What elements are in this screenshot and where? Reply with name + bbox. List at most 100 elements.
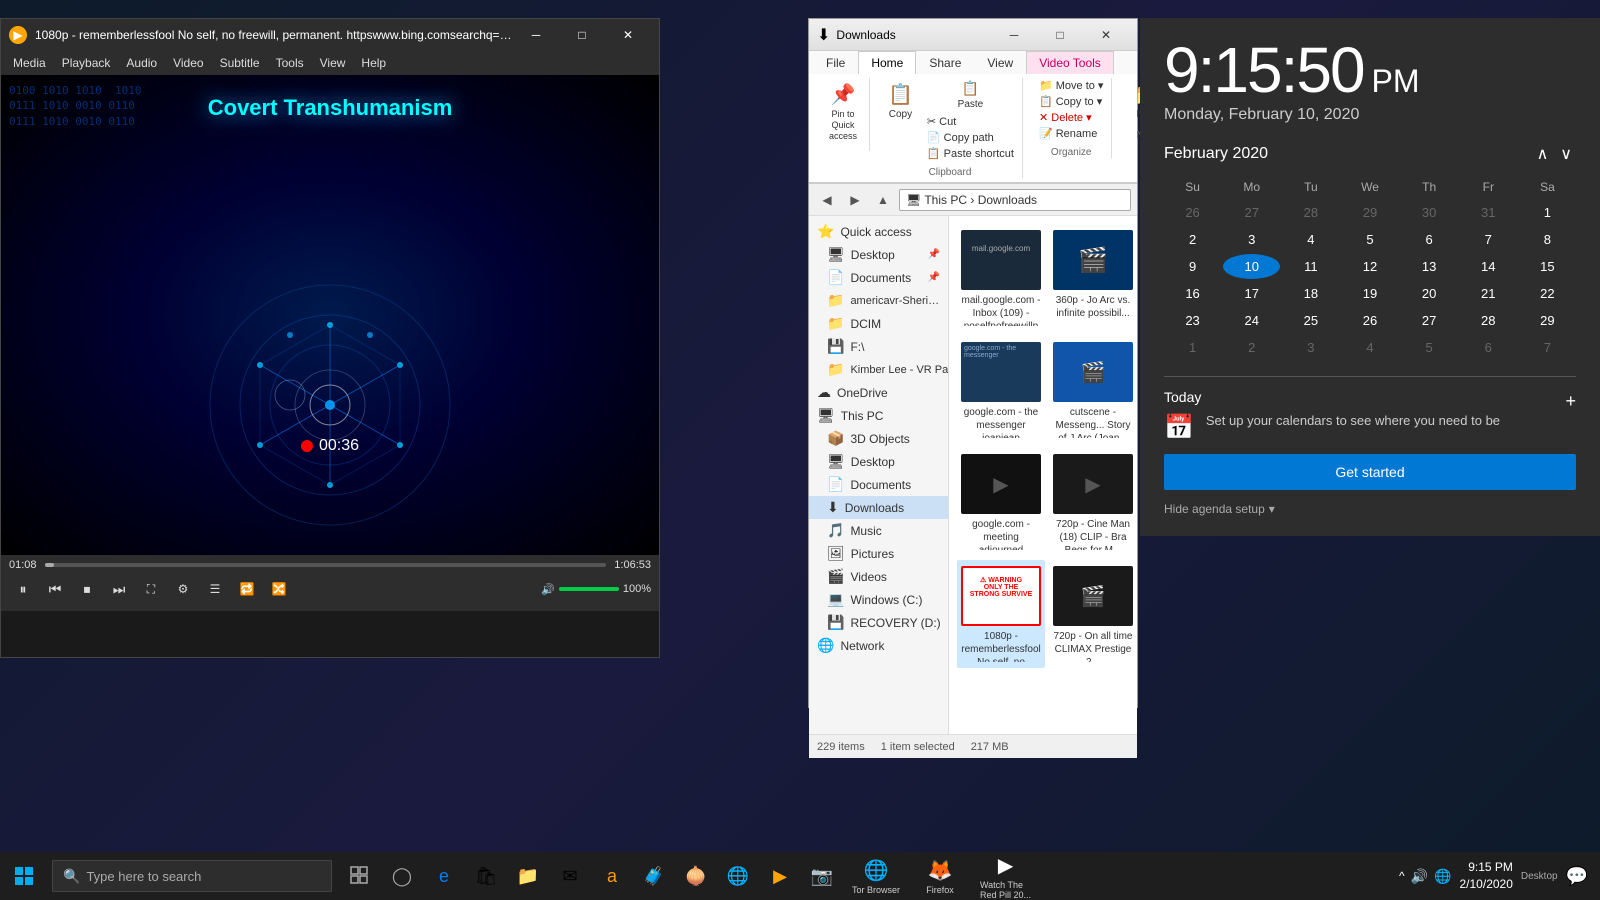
tray-expand-button[interactable]: ^ <box>1399 869 1405 883</box>
cal-15[interactable]: 15 <box>1519 254 1576 279</box>
cal-2b[interactable]: 2 <box>1223 335 1280 360</box>
nav-forward-button[interactable]: ▶ <box>843 188 867 212</box>
cal-6b[interactable]: 6 <box>1460 335 1517 360</box>
cal-26b[interactable]: 26 <box>1341 308 1398 333</box>
vlc-maximize-button[interactable]: □ <box>559 19 605 51</box>
vlc-stop-button[interactable]: ⏹ <box>73 575 101 603</box>
file-item-3[interactable]: google.com - the messenger google.com - … <box>957 336 1045 444</box>
vlc-seekbar[interactable] <box>45 563 607 567</box>
cal-11[interactable]: 11 <box>1282 254 1339 279</box>
watch-red-pill-app[interactable]: ▶ Watch TheRed Pill 20... <box>970 852 1041 900</box>
cal-17[interactable]: 17 <box>1223 281 1280 306</box>
cal-7[interactable]: 7 <box>1460 227 1517 252</box>
mail-taskbar-icon[interactable]: ✉ <box>550 852 590 900</box>
sidebar-item-dcim[interactable]: 📁 DCIM <box>809 312 948 335</box>
cal-4b[interactable]: 4 <box>1341 335 1398 360</box>
cortana-icon[interactable]: ◯ <box>382 852 422 900</box>
vlc-menu-help[interactable]: Help <box>353 51 394 75</box>
ribbon-tab-share[interactable]: Share <box>916 51 974 74</box>
explorer-maximize-button[interactable]: □ <box>1037 19 1083 51</box>
cal-3b[interactable]: 3 <box>1282 335 1339 360</box>
task-view-icon[interactable] <box>340 852 380 900</box>
vlc-prev-button[interactable]: ⏮ <box>41 575 69 603</box>
cal-2[interactable]: 2 <box>1164 227 1221 252</box>
ribbon-tab-file[interactable]: File <box>813 51 858 74</box>
ribbon-tab-video-tools[interactable]: Video Tools <box>1026 51 1114 74</box>
sidebar-item-documents2[interactable]: 📄 Documents <box>809 473 948 496</box>
cal-21[interactable]: 21 <box>1460 281 1517 306</box>
taskbar-search-box[interactable]: 🔍 Type here to search <box>52 860 332 892</box>
cal-3[interactable]: 3 <box>1223 227 1280 252</box>
vlc-menu-tools[interactable]: Tools <box>268 51 312 75</box>
cal-13[interactable]: 13 <box>1401 254 1458 279</box>
sidebar-item-desktop1[interactable]: 🖥 Desktop 📌 <box>809 243 948 266</box>
sidebar-item-windows-c[interactable]: 💻 Windows (C:) <box>809 588 948 611</box>
speaker-icon[interactable]: 🔊 <box>1411 868 1428 885</box>
vlc-fullscreen-button[interactable]: ⛶ <box>137 575 165 603</box>
cal-29[interactable]: 29 <box>1341 200 1398 225</box>
sidebar-item-music[interactable]: 🎵 Music <box>809 519 948 542</box>
sidebar-item-documents1[interactable]: 📄 Documents 📌 <box>809 266 948 289</box>
calendar-prev-button[interactable]: ∧ <box>1533 140 1553 168</box>
cal-31[interactable]: 31 <box>1460 200 1517 225</box>
cal-19[interactable]: 19 <box>1341 281 1398 306</box>
explorer-close-button[interactable]: ✕ <box>1083 19 1129 51</box>
calendar-next-button[interactable]: ∨ <box>1556 140 1576 168</box>
sidebar-item-f-drive[interactable]: 💾 F:\ <box>809 335 948 358</box>
vlc-menu-media[interactable]: Media <box>5 51 54 75</box>
desktop-show-button[interactable]: Desktop <box>1521 871 1558 882</box>
sidebar-item-desktop2[interactable]: 🖥 Desktop <box>809 450 948 473</box>
get-started-button[interactable]: Get started <box>1164 454 1576 490</box>
explorer-minimize-button[interactable]: ─ <box>991 19 1037 51</box>
copy-path-button[interactable]: 📄 Copy path <box>923 130 1018 145</box>
cal-25[interactable]: 25 <box>1282 308 1339 333</box>
vlc-random-button[interactable]: 🔀 <box>265 575 293 603</box>
taskbar-clock[interactable]: 9:15 PM 2/10/2020 <box>1460 859 1513 893</box>
vlc-close-button[interactable]: ✕ <box>605 19 651 51</box>
tor-browser-app[interactable]: 🌐 Tor Browser <box>842 852 910 900</box>
cal-12[interactable]: 12 <box>1341 254 1398 279</box>
agenda-add-button[interactable]: + <box>1565 391 1576 412</box>
cal-5[interactable]: 5 <box>1341 227 1398 252</box>
cal-1a[interactable]: 1 <box>1519 200 1576 225</box>
cal-27[interactable]: 27 <box>1223 200 1280 225</box>
cal-27b[interactable]: 27 <box>1401 308 1458 333</box>
cal-8[interactable]: 8 <box>1519 227 1576 252</box>
file-item-4[interactable]: 🎬 cutscene - Messeng... Story of J Arc (… <box>1049 336 1137 444</box>
address-bar[interactable]: 🖥 This PC › Downloads <box>899 189 1131 211</box>
cal-22[interactable]: 22 <box>1519 281 1576 306</box>
sidebar-item-quick-access[interactable]: ⭐ Quick access <box>809 220 948 243</box>
ribbon-tab-view[interactable]: View <box>974 51 1026 74</box>
rename-button[interactable]: 📝 Rename <box>1035 126 1107 141</box>
tripadvisor-icon[interactable]: 🧳 <box>634 852 674 900</box>
file-item-6[interactable]: ▶ 720p - Cine Man (18) CLIP - Bra Begs f… <box>1049 448 1137 556</box>
vlc-menu-audio[interactable]: Audio <box>118 51 165 75</box>
file-item-1[interactable]: mail.google.com mail.google.com - Inbox … <box>957 224 1045 332</box>
file-item-5[interactable]: ▶ google.com - meeting adjourned monster… <box>957 448 1045 556</box>
sidebar-item-recovery-d[interactable]: 💾 RECOVERY (D:) <box>809 611 948 634</box>
amazon-icon[interactable]: a <box>592 852 632 900</box>
vlc-taskbar-icon[interactable]: ▶ <box>760 852 800 900</box>
cal-10-today[interactable]: 10 <box>1223 254 1280 279</box>
vlc-menu-video[interactable]: Video <box>165 51 211 75</box>
delete-button[interactable]: ✕ Delete ▾ <box>1035 110 1107 125</box>
vlc-menu-playback[interactable]: Playback <box>54 51 119 75</box>
copy-to-button[interactable]: 📋 Copy to ▾ <box>1035 94 1107 109</box>
cal-24[interactable]: 24 <box>1223 308 1280 333</box>
camera-icon[interactable]: 📷 <box>802 852 842 900</box>
cal-29b[interactable]: 29 <box>1519 308 1576 333</box>
onion-icon[interactable]: 🧅 <box>676 852 716 900</box>
vlc-minimize-button[interactable]: ─ <box>513 19 559 51</box>
cal-28[interactable]: 28 <box>1460 308 1517 333</box>
cal-16[interactable]: 16 <box>1164 281 1221 306</box>
ribbon-tab-home[interactable]: Home <box>858 51 916 74</box>
move-to-button[interactable]: 📁 Move to ▾ <box>1035 78 1107 93</box>
nav-up-button[interactable]: ▲ <box>871 188 895 212</box>
cal-28[interactable]: 28 <box>1282 200 1339 225</box>
cal-18[interactable]: 18 <box>1282 281 1339 306</box>
store-icon[interactable]: 🛍 <box>466 852 506 900</box>
vlc-vol-bar[interactable] <box>559 587 619 591</box>
vlc-loop-button[interactable]: 🔁 <box>233 575 261 603</box>
cal-30[interactable]: 30 <box>1401 200 1458 225</box>
sidebar-item-3d-objects[interactable]: 📦 3D Objects <box>809 427 948 450</box>
